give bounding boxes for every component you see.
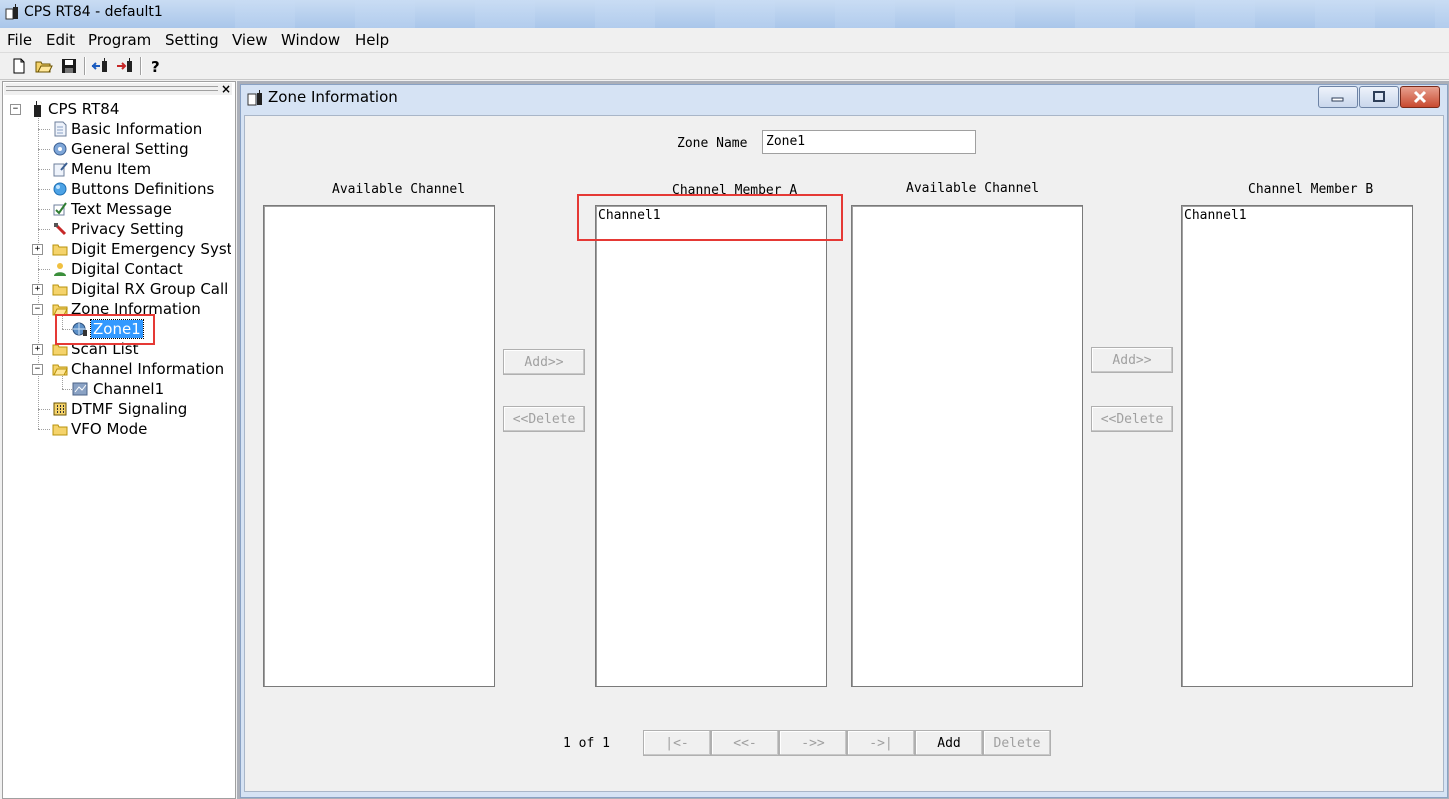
tree-expand-rx-group[interactable]: + [32,284,43,295]
tree-item-channel1[interactable]: Channel1 [93,380,164,398]
delete-b-button[interactable]: <<Delete [1091,406,1173,432]
prev-page-button[interactable]: <<- [711,730,779,756]
open-folder-icon[interactable] [34,56,54,76]
menu-bar: File Edit Program Setting View Window He… [0,28,1449,53]
channel-icon [72,381,88,397]
tree-collapse-zone-info[interactable]: − [32,304,43,315]
tree-item-basic-information[interactable]: Basic Information [71,120,202,138]
privacy-tool-icon [52,221,68,237]
tree-expand-digit-emergency[interactable]: + [32,244,43,255]
tree-item-zone1[interactable]: Zone1 [90,319,144,339]
channel-member-a-list[interactable]: Channel1 [595,205,827,687]
gear-icon [52,141,68,157]
write-to-radio-icon[interactable] [115,56,135,76]
tree-collapse-root[interactable]: − [10,104,21,115]
delete-zone-button[interactable]: Delete [983,730,1051,756]
channel-member-b-list[interactable]: Channel1 [1181,205,1413,687]
menu-edit[interactable]: Edit [46,31,75,49]
folder-icon [52,421,68,437]
page-info: 1 of 1 [563,736,610,751]
tree-root[interactable]: CPS RT84 [48,100,119,118]
first-page-button[interactable]: |<- [643,730,711,756]
read-from-radio-icon[interactable] [90,56,110,76]
child-window-title: Zone Information [268,88,398,106]
menu-window[interactable]: Window [281,31,340,49]
app-title-bar [0,0,1449,28]
available-channel-a-list[interactable] [263,205,495,687]
menu-help[interactable]: Help [355,31,389,49]
tree-item-vfo-mode[interactable]: VFO Mode [71,420,147,438]
tree-item-scan-list[interactable]: Scan List [71,340,138,358]
dtmf-keypad-icon [52,401,68,417]
menu-setting[interactable]: Setting [165,31,219,49]
folder-icon [52,341,68,357]
channel-member-b-label: Channel Member B [1248,182,1374,197]
add-a-button[interactable]: Add>> [503,349,585,375]
add-b-button[interactable]: Add>> [1091,347,1173,373]
tree-close-button[interactable]: × [221,82,231,96]
menu-pencil-icon [52,161,68,177]
zone-name-input[interactable]: Zone1 [762,130,976,154]
available-channel-b-label: Available Channel [906,181,1040,196]
new-file-icon[interactable] [9,56,29,76]
document-icon [52,121,68,137]
tree-panel-grip[interactable] [4,83,232,95]
folder-icon [52,241,68,257]
tree-collapse-channel-info[interactable]: − [32,364,43,375]
buttons-icon [52,181,68,197]
tree-item-digit-emergency[interactable]: Digit Emergency Syste [71,240,231,258]
available-channel-b-list[interactable] [851,205,1083,687]
list-item[interactable]: Channel1 [598,208,661,223]
last-page-button[interactable]: ->| [847,730,915,756]
tree-item-zone-information[interactable]: Zone Information [71,300,201,318]
restore-button[interactable] [1359,86,1399,108]
contact-person-icon [52,261,68,277]
menu-view[interactable]: View [232,31,268,49]
save-icon[interactable] [59,56,79,76]
open-folder-icon [52,301,68,317]
app-radio-icon [4,4,20,20]
window-title: CPS RT84 - default1 [24,4,163,20]
tree-item-text-message[interactable]: Text Message [71,200,172,218]
tree-item-privacy-setting[interactable]: Privacy Setting [71,220,184,238]
open-folder-icon [52,361,68,377]
folder-icon [52,281,68,297]
menu-program[interactable]: Program [88,31,151,49]
tree-item-digital-contact[interactable]: Digital Contact [71,260,183,278]
minimize-button[interactable] [1318,86,1358,108]
tree-item-general-setting[interactable]: General Setting [71,140,189,158]
tree-item-digital-rx-group-call[interactable]: Digital RX Group Call [71,280,228,298]
add-zone-button[interactable]: Add [915,730,983,756]
close-button[interactable] [1400,86,1440,108]
tree-item-buttons-definitions[interactable]: Buttons Definitions [71,180,214,198]
list-item[interactable]: Channel1 [1184,208,1247,223]
tree-item-dtmf-signaling[interactable]: DTMF Signaling [71,400,187,418]
radio-icon [29,101,45,117]
channel-member-a-label: Channel Member A [672,183,798,198]
next-page-button[interactable]: ->> [779,730,847,756]
tree-item-menu-item[interactable]: Menu Item [71,160,151,178]
zone-globe-icon [72,321,88,337]
available-channel-a-label: Available Channel [332,182,466,197]
message-check-icon [52,201,68,217]
delete-a-button[interactable]: <<Delete [503,406,585,432]
help-icon[interactable]: ? [146,56,166,76]
svg-text:?: ? [151,58,160,74]
tree-item-channel-information[interactable]: Channel Information [71,360,224,378]
app-radio-icon [247,90,265,106]
zone-name-label: Zone Name [677,136,748,151]
menu-file[interactable]: File [7,31,32,49]
tree-expand-scan-list[interactable]: + [32,344,43,355]
toolbar: ? [0,53,1449,80]
